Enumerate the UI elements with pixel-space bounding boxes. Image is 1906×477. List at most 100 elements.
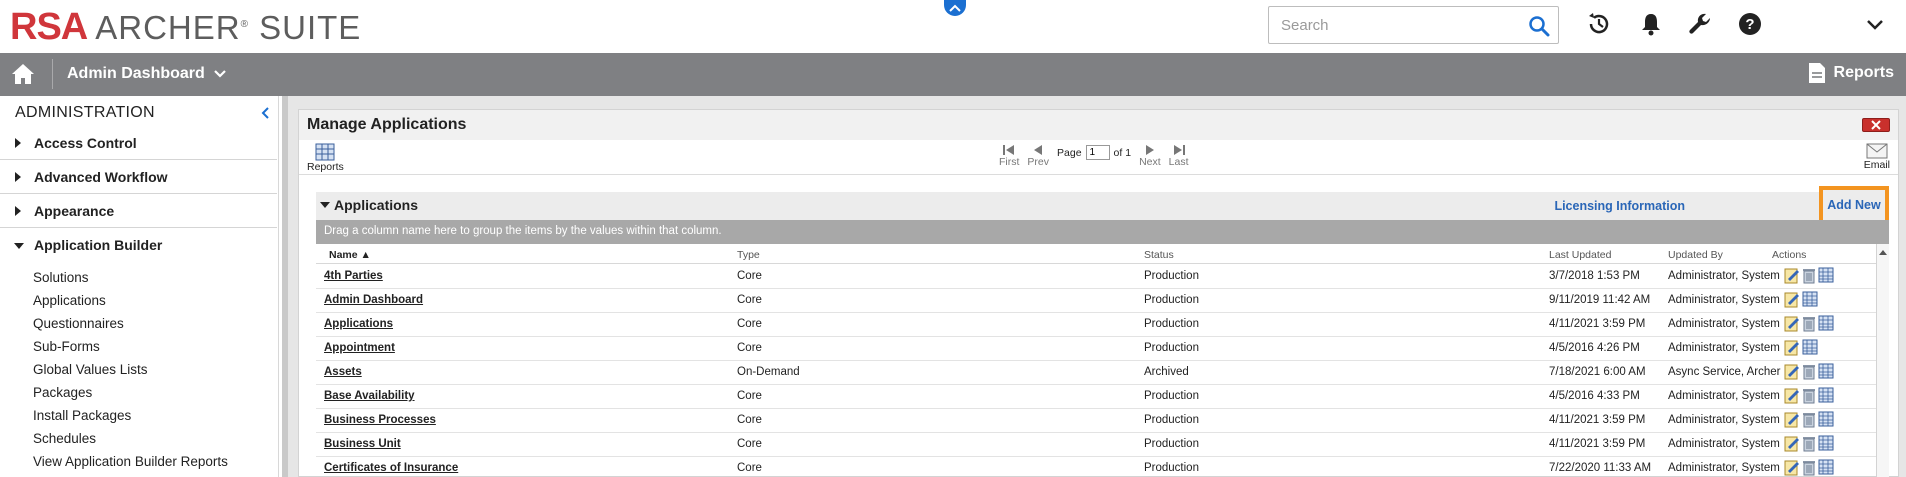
edit-action[interactable]: [1784, 459, 1800, 477]
sidebar-item-applications[interactable]: Applications: [33, 293, 106, 308]
delete-action[interactable]: [1802, 363, 1816, 385]
edit-action[interactable]: [1784, 291, 1800, 313]
application-type: On-Demand: [737, 366, 800, 378]
column-header-updated-by[interactable]: Updated By: [1668, 249, 1723, 261]
grid-scrollbar[interactable]: [1876, 244, 1889, 477]
search-icon[interactable]: [1528, 15, 1550, 37]
table-row: Assets On-Demand Archived 7/18/2021 6:00 AM…: [316, 361, 1876, 385]
delete-action[interactable]: [1802, 459, 1816, 477]
delete-action[interactable]: [1802, 315, 1816, 337]
help-button[interactable]: ?: [1737, 11, 1763, 37]
applications-section-toggle[interactable]: Applications: [320, 197, 418, 213]
workspace-title: Admin Dashboard: [67, 65, 205, 82]
close-panel-button[interactable]: [1862, 118, 1890, 132]
sidebar-item-packages[interactable]: Packages: [33, 385, 92, 400]
application-name-link[interactable]: Business Unit: [324, 438, 401, 450]
notifications-button[interactable]: [1638, 11, 1664, 37]
toolbar-email-button[interactable]: Email: [1864, 143, 1890, 171]
workspace-dropdown[interactable]: Admin Dashboard: [67, 65, 227, 83]
application-updated-by: Administrator, System: [1668, 318, 1780, 330]
edit-action[interactable]: [1784, 267, 1800, 289]
application-name-link[interactable]: Appointment: [324, 342, 395, 354]
history-button[interactable]: [1586, 11, 1612, 37]
column-header-last-updated[interactable]: Last Updated: [1549, 249, 1611, 261]
licensing-information-link[interactable]: Licensing Information: [1554, 199, 1685, 213]
grid-report-icon: [315, 143, 335, 161]
collapse-header-button[interactable]: [944, 0, 966, 16]
table-row: Base Availability Core Production 4/5/2016 …: [316, 385, 1876, 409]
edit-action[interactable]: [1784, 387, 1800, 409]
applications-section-header: Applications Licensing Information Add N…: [316, 186, 1889, 224]
user-menu-dropdown[interactable]: [1862, 11, 1888, 37]
sidebar-section-application-builder[interactable]: Application Builder: [0, 228, 277, 262]
sidebar-item-sub-forms[interactable]: Sub-Forms: [33, 339, 100, 354]
report-action[interactable]: [1818, 411, 1834, 433]
column-header-status[interactable]: Status: [1144, 249, 1174, 261]
application-name-link[interactable]: Certificates of Insurance: [324, 462, 458, 474]
pager-next-button[interactable]: Next: [1139, 144, 1161, 168]
column-header-actions: Actions: [1772, 249, 1807, 261]
delete-action[interactable]: [1802, 435, 1816, 457]
rsa-archer-logo[interactable]: RSA ARCHER® SUITE: [10, 6, 361, 48]
home-icon[interactable]: [10, 61, 36, 87]
application-type: Core: [737, 390, 762, 402]
edit-action[interactable]: [1784, 315, 1800, 337]
application-status: Production: [1144, 462, 1199, 474]
pager-first-button[interactable]: First: [999, 144, 1019, 168]
sidebar-item-install-packages[interactable]: Install Packages: [33, 408, 131, 423]
application-name-link[interactable]: Applications: [324, 318, 393, 330]
sidebar-section-advanced-workflow[interactable]: Advanced Workflow: [0, 160, 277, 194]
add-new-button[interactable]: Add New: [1819, 186, 1889, 224]
sidebar-item-view-app-builder-reports[interactable]: View Application Builder Reports: [33, 454, 228, 469]
search-input[interactable]: [1269, 7, 1519, 43]
application-last-updated: 4/5/2016 4:33 PM: [1549, 390, 1640, 402]
page-number-input[interactable]: [1085, 145, 1110, 160]
sidebar-section-appearance[interactable]: Appearance: [0, 194, 277, 228]
application-name-link[interactable]: Admin Dashboard: [324, 294, 423, 306]
reports-nav-button[interactable]: Reports: [1808, 62, 1894, 84]
delete-action[interactable]: [1802, 387, 1816, 409]
report-action[interactable]: [1818, 267, 1834, 289]
report-action[interactable]: [1818, 459, 1834, 477]
column-header-type[interactable]: Type: [737, 249, 760, 261]
column-header-name[interactable]: Name ▲: [329, 249, 371, 261]
application-name-link[interactable]: Business Processes: [324, 414, 436, 426]
report-action[interactable]: [1818, 363, 1834, 385]
report-action[interactable]: [1818, 435, 1834, 457]
trash-icon: [1803, 413, 1815, 428]
row-actions: [1784, 411, 1834, 433]
sidebar-item-questionnaires[interactable]: Questionnaires: [33, 316, 124, 331]
sidebar-section-access-control[interactable]: Access Control: [0, 126, 277, 160]
group-by-drop-area[interactable]: Drag a column name here to group the ite…: [316, 220, 1889, 244]
trash-icon: [1803, 269, 1815, 284]
toolbar-reports-button[interactable]: Reports: [307, 143, 344, 173]
pager-total-label: of 1: [1113, 146, 1132, 159]
application-updated-by: Administrator, System: [1668, 438, 1780, 450]
sidebar-item-global-values-lists[interactable]: Global Values Lists: [33, 362, 148, 377]
reports-nav-label: Reports: [1833, 64, 1894, 81]
edit-action[interactable]: [1784, 411, 1800, 433]
chevron-left-icon[interactable]: [259, 106, 273, 120]
tools-button[interactable]: [1687, 11, 1713, 37]
report-action[interactable]: [1802, 291, 1818, 313]
sidebar-item-schedules[interactable]: Schedules: [33, 431, 96, 446]
delete-action[interactable]: [1802, 267, 1816, 289]
application-name-link[interactable]: 4th Parties: [324, 270, 383, 282]
report-action[interactable]: [1802, 339, 1818, 361]
application-name-link[interactable]: Base Availability: [324, 390, 415, 402]
edit-action[interactable]: [1784, 435, 1800, 457]
edit-action[interactable]: [1784, 339, 1800, 361]
report-action[interactable]: [1818, 315, 1834, 337]
pager-last-button[interactable]: Last: [1169, 144, 1189, 168]
application-status: Production: [1144, 390, 1199, 402]
delete-action[interactable]: [1802, 411, 1816, 433]
edit-icon: [1784, 268, 1799, 284]
pager-prev-button[interactable]: Prev: [1027, 144, 1049, 168]
application-last-updated: 3/7/2018 1:53 PM: [1549, 270, 1640, 282]
edit-action[interactable]: [1784, 363, 1800, 385]
application-name-link[interactable]: Assets: [324, 366, 362, 378]
trash-icon: [1803, 317, 1815, 332]
report-action[interactable]: [1818, 387, 1834, 409]
caret-right-icon: [15, 206, 21, 216]
sidebar-item-solutions[interactable]: Solutions: [33, 270, 89, 285]
